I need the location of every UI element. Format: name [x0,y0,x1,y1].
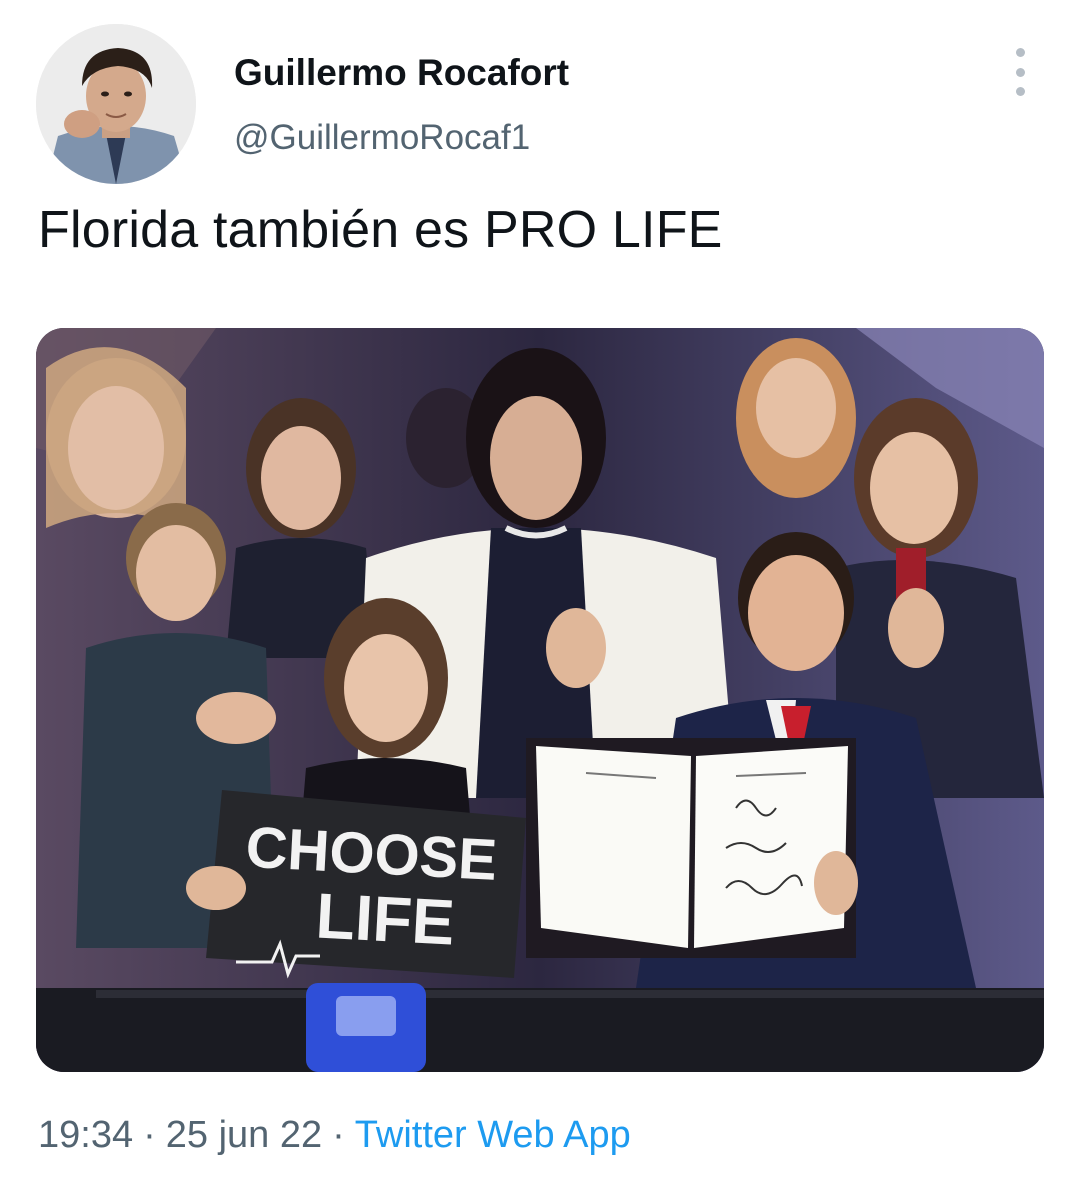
tweet-text: Florida también es PRO LIFE [38,201,723,259]
author-avatar[interactable] [36,24,196,184]
tweet-meta: 19:34 · 25 jun 22 · Twitter Web App [38,1114,631,1157]
author-display-name[interactable]: Guillermo Rocafort [234,52,569,94]
meta-separator: · [143,1114,156,1156]
tweet-photo[interactable]: CHOOSE LIFE [36,328,1044,1072]
sign-line-1: CHOOSE [244,815,498,893]
tweet: Guillermo Rocafort @GuillermoRocaf1 Flor… [0,0,1080,1195]
choose-life-sign: CHOOSE LIFE [186,790,526,979]
more-dot [1015,67,1025,77]
meta-separator: · [332,1114,345,1156]
sign-line-2: LIFE [314,879,456,958]
photo-scene: CHOOSE LIFE [36,328,1044,1072]
more-dot [1015,87,1025,96]
avatar-photo [36,24,196,184]
more-vertical-icon[interactable] [1000,48,1040,96]
tweet-source-link[interactable]: Twitter Web App [355,1114,631,1156]
tweet-time[interactable]: 19:34 [38,1114,133,1156]
tweet-date[interactable]: 25 jun 22 [166,1114,322,1156]
more-dot [1015,48,1025,57]
signed-document [526,738,858,958]
author-handle[interactable]: @GuillermoRocaf1 [234,118,530,158]
